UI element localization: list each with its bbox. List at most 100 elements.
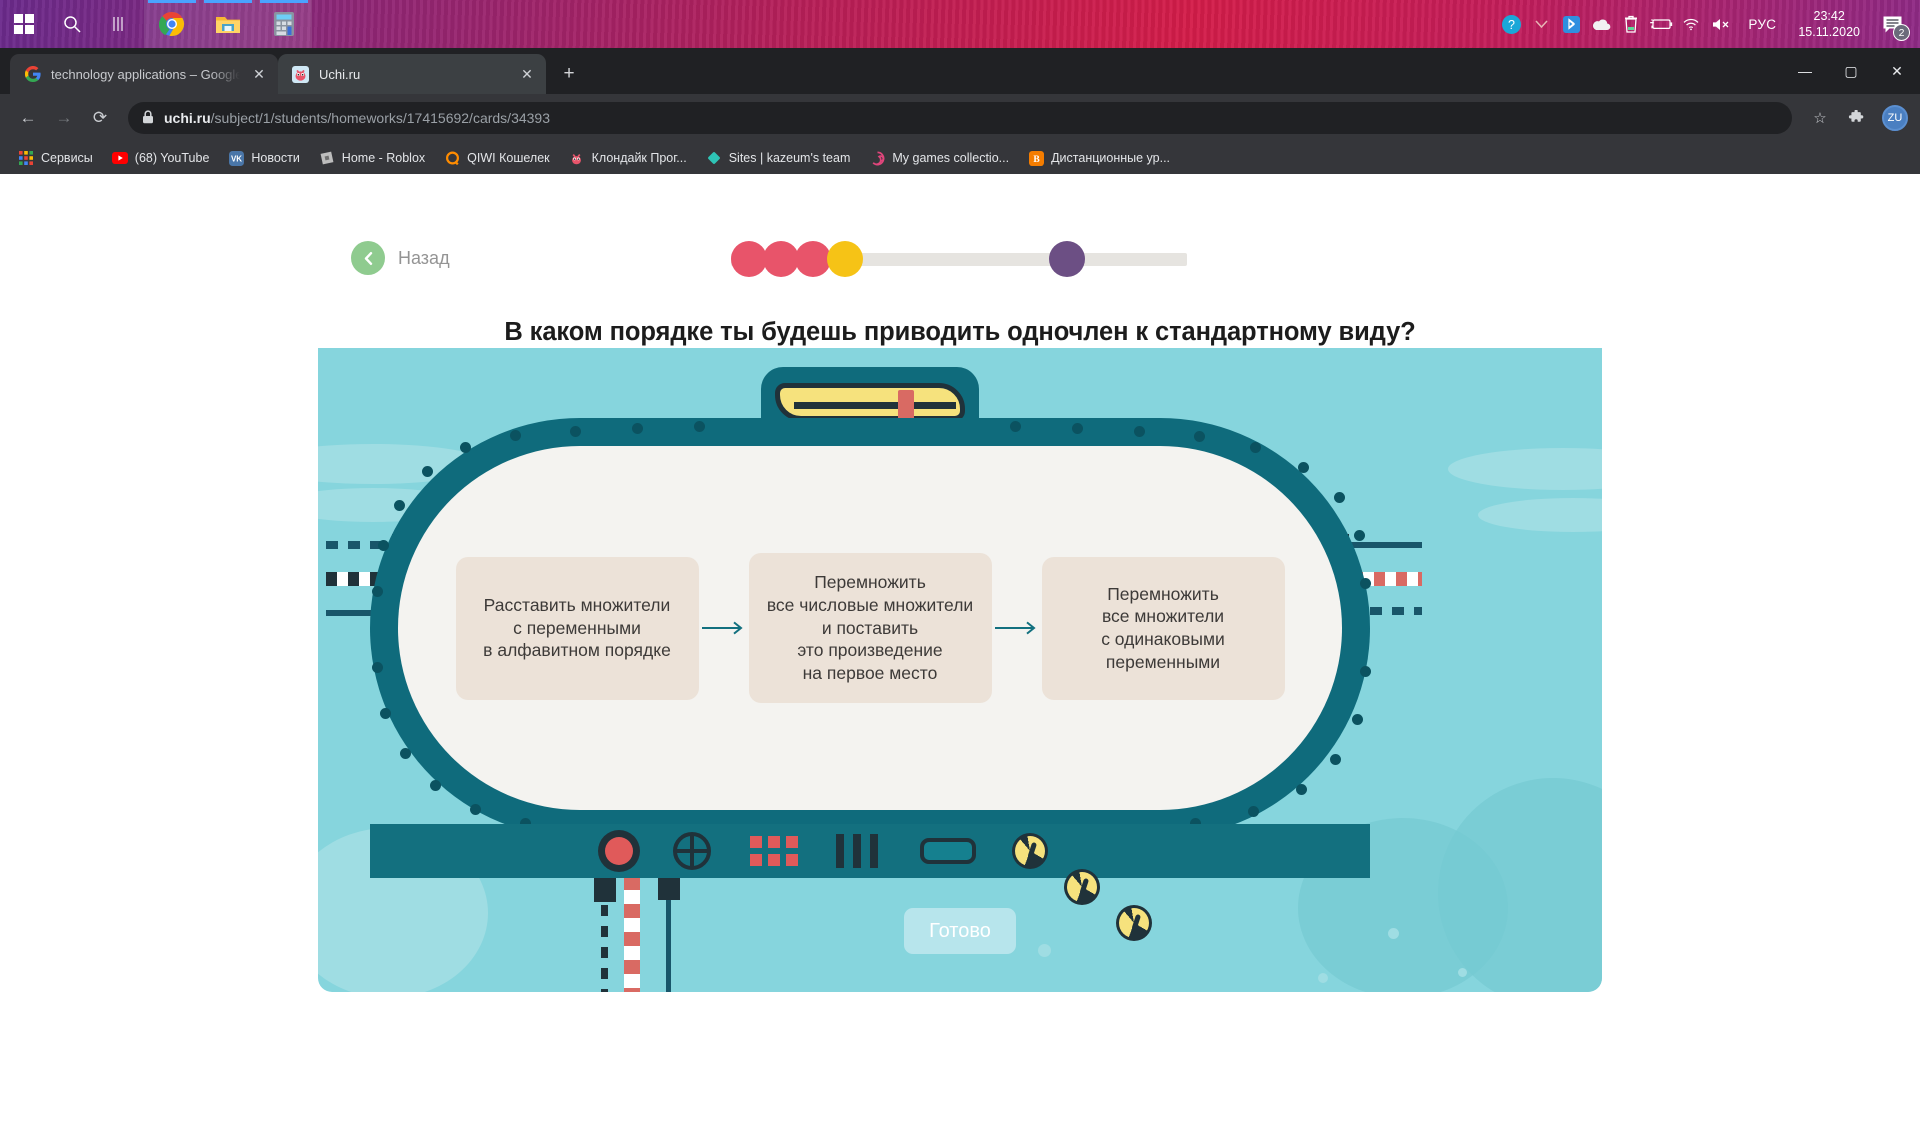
roblox-icon xyxy=(319,150,335,166)
bookmark-item-my-games[interactable]: My games collectio... xyxy=(861,146,1017,170)
tower-slider-handle xyxy=(898,390,914,420)
indicator-grid-control[interactable] xyxy=(750,836,798,866)
bookmark-item-sites-kazeum[interactable]: Sites | kazeum's team xyxy=(698,146,859,170)
bookmark-item-services[interactable]: Сервисы xyxy=(10,146,101,170)
lever-bank-control[interactable] xyxy=(836,834,878,868)
crosshair-dial-control[interactable] xyxy=(672,831,712,876)
answer-card-1[interactable]: Расставить множители с переменными в алф… xyxy=(455,556,699,700)
bookmark-item-vk-news[interactable]: VK Новости xyxy=(220,146,307,170)
close-icon[interactable]: ✕ xyxy=(250,65,268,83)
qiwi-icon xyxy=(444,150,460,166)
bookmark-label: QIWI Кошелек xyxy=(467,151,550,165)
trash-icon[interactable] xyxy=(1616,0,1646,48)
gauge-control[interactable] xyxy=(1064,869,1100,905)
maximize-button[interactable]: ▢ xyxy=(1828,48,1874,94)
battery-charging-icon[interactable] xyxy=(1646,0,1676,48)
tab-uchi-ru[interactable]: Uchi.ru ✕ xyxy=(278,54,546,94)
vk-icon: VK xyxy=(228,150,244,166)
bookmark-label: Дистанционные ур... xyxy=(1051,151,1171,165)
back-navigation-icon[interactable]: ← xyxy=(12,102,44,134)
svg-text:VK: VK xyxy=(231,154,242,163)
extensions-icon[interactable] xyxy=(1840,102,1872,134)
answer-card-2[interactable]: Перемножить все числовые множители и пос… xyxy=(748,553,992,703)
wifi-icon[interactable] xyxy=(1676,0,1706,48)
window-close-button[interactable]: ✕ xyxy=(1874,48,1920,94)
answer-card-3[interactable]: Перемножить все множители с одинаковыми … xyxy=(1041,556,1285,700)
bookmark-label: My games collectio... xyxy=(892,151,1010,165)
bookmark-item-youtube[interactable]: (68) YouTube xyxy=(104,146,218,170)
lesson-header: Назад xyxy=(318,222,1602,294)
red-button-control[interactable] xyxy=(598,830,640,872)
bookmark-item-qiwi[interactable]: QIWI Кошелек xyxy=(436,146,557,170)
bookmark-label: Home - Roblox xyxy=(341,151,426,165)
apps-grid-icon xyxy=(18,150,34,166)
clock-time: 23:42 xyxy=(1813,9,1845,23)
bookmark-item-roblox[interactable]: Home - Roblox xyxy=(311,146,433,170)
chrome-browser-window: technology applications – Google ✕ Uchi.… xyxy=(0,48,1920,1128)
bookmarks-bar: Сервисы (68) YouTube VK Новости Home - R… xyxy=(0,142,1920,174)
tab-google-search[interactable]: technology applications – Google ✕ xyxy=(10,54,278,94)
forward-navigation-icon[interactable]: → xyxy=(48,102,80,134)
back-button-label: Назад xyxy=(398,247,450,268)
lock-icon xyxy=(142,109,154,127)
lesson-card: Назад В каком порядке ты будешь приводит… xyxy=(318,222,1602,992)
youtube-icon xyxy=(111,150,128,166)
bluetooth-icon[interactable] xyxy=(1556,0,1586,48)
progress-dot xyxy=(763,241,799,277)
url-path: /subject/1/students/homeworks/17415692/c… xyxy=(210,110,551,126)
minimize-button[interactable]: — xyxy=(1782,48,1828,94)
diamond-icon xyxy=(706,150,722,166)
onedrive-icon[interactable] xyxy=(1586,0,1616,48)
task-view-icon[interactable] xyxy=(96,0,144,48)
language-indicator[interactable]: РУС xyxy=(1736,17,1788,32)
answer-sequence: Расставить множители с переменными в алф… xyxy=(370,418,1370,838)
search-icon[interactable] xyxy=(48,0,96,48)
tab-strip: technology applications – Google ✕ Uchi.… xyxy=(0,48,1920,94)
done-button[interactable]: Готово xyxy=(904,908,1016,954)
clock[interactable]: 23:42 15.11.2020 xyxy=(1788,8,1870,40)
address-bar[interactable]: uchi.ru/subject/1/students/homeworks/174… xyxy=(128,102,1792,134)
close-icon[interactable]: ✕ xyxy=(518,65,536,83)
bubble-decoration xyxy=(1388,928,1399,939)
wave-decoration xyxy=(1478,498,1602,532)
bookmark-label: Клондайк Прог... xyxy=(591,151,687,165)
progress-dot xyxy=(731,241,767,277)
spiral-icon xyxy=(869,150,885,166)
new-tab-button[interactable]: + xyxy=(554,59,584,89)
svg-text:?: ? xyxy=(1508,18,1515,32)
bookmark-item-klondike[interactable]: Клондайк Прог... xyxy=(561,146,695,170)
taskbar-app-chrome[interactable] xyxy=(144,0,200,48)
blogger-icon: B xyxy=(1028,150,1044,166)
window-controls: — ▢ ✕ xyxy=(1782,48,1920,94)
arrow-1-icon xyxy=(699,620,749,636)
google-icon xyxy=(24,66,41,83)
bookmark-star-icon[interactable]: ☆ xyxy=(1804,102,1836,134)
bookmark-item-distant-lessons[interactable]: B Дистанционные ур... xyxy=(1020,146,1178,170)
volume-muted-icon[interactable] xyxy=(1706,0,1736,48)
gauge-control[interactable] xyxy=(1116,905,1152,941)
mast-cap xyxy=(594,876,616,902)
taskbar-app-calculator[interactable] xyxy=(256,0,312,48)
clock-date: 15.11.2020 xyxy=(1798,25,1860,39)
gauge-control[interactable] xyxy=(1012,833,1048,869)
taskbar-app-file-explorer[interactable] xyxy=(200,0,256,48)
reload-icon[interactable]: ⟳ xyxy=(84,102,116,134)
back-button[interactable]: Назад xyxy=(351,241,450,275)
mast-solid xyxy=(666,884,671,992)
submarine-body: Расставить множители с переменными в алф… xyxy=(370,367,1371,838)
uchi-favicon-icon xyxy=(292,65,309,83)
tab-title: Uchi.ru xyxy=(319,66,361,82)
help-icon[interactable]: ? xyxy=(1496,0,1526,48)
notifications-button[interactable]: 2 xyxy=(1870,0,1914,48)
control-panel xyxy=(370,824,1370,941)
windows-logo-icon xyxy=(14,14,34,34)
progress-dot-current xyxy=(827,241,863,277)
avatar[interactable]: ZU xyxy=(1882,105,1908,131)
url-host: uchi.ru xyxy=(164,110,211,126)
chevron-left-icon xyxy=(351,241,385,275)
chevron-up-icon[interactable] xyxy=(1526,0,1556,48)
bubble-decoration xyxy=(1458,968,1467,977)
mast-cap xyxy=(658,876,680,900)
screen-control[interactable] xyxy=(920,838,976,864)
start-button[interactable] xyxy=(0,0,48,48)
